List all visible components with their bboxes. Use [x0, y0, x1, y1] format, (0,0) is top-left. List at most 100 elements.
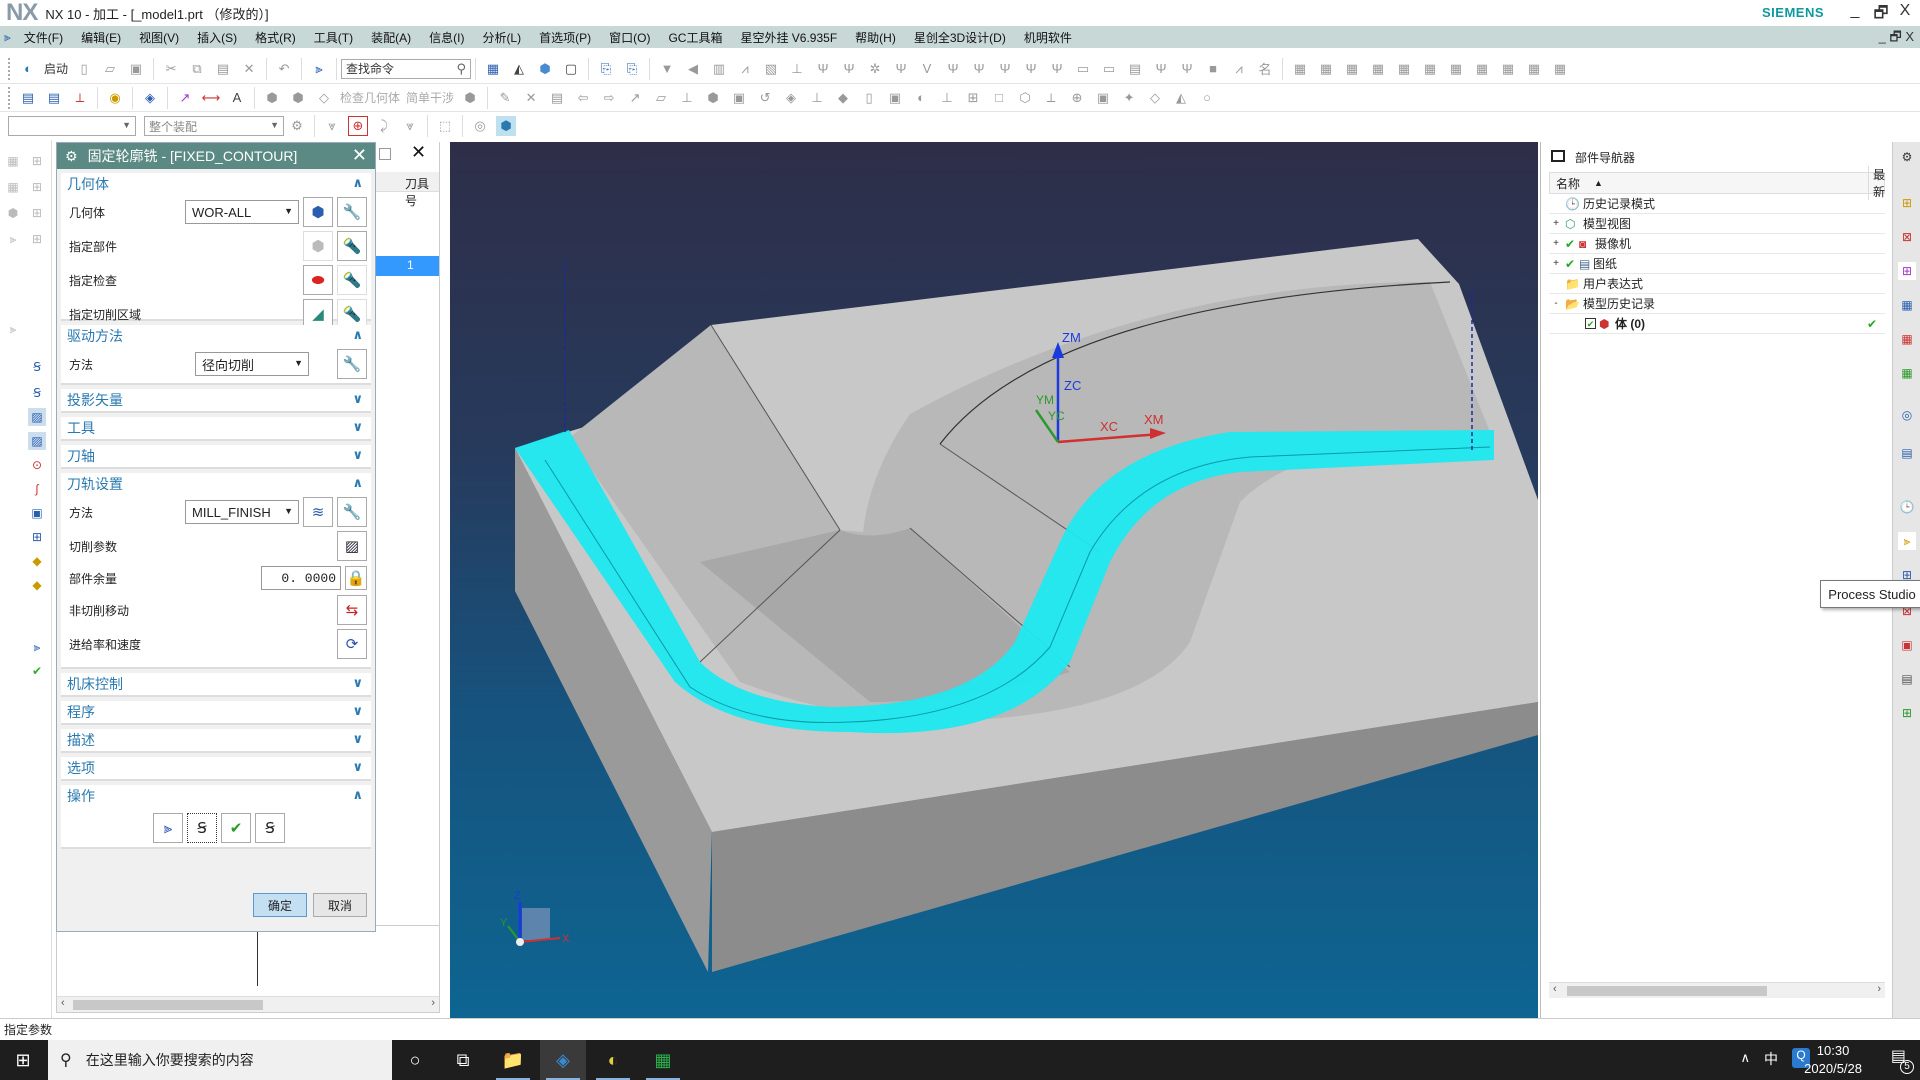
- name-icon[interactable]: 名: [1255, 59, 1275, 79]
- mfg-icon-21[interactable]: Ψ: [1177, 59, 1197, 79]
- expand-icon[interactable]: +: [1551, 218, 1561, 229]
- mfg-icon-16[interactable]: Ψ: [1047, 59, 1067, 79]
- create-geometry-icon[interactable]: ⬢: [4, 204, 22, 222]
- edit-icon-13[interactable]: ▯: [859, 88, 879, 108]
- edit-icon-2[interactable]: ✕: [521, 88, 541, 108]
- windows-start-button[interactable]: ⊞: [0, 1040, 46, 1080]
- menu-help[interactable]: 帮助(H): [846, 29, 905, 46]
- dialog-close-button[interactable]: ✕: [352, 145, 367, 166]
- group-header-options[interactable]: 选项 ∨: [61, 757, 371, 779]
- close-navigator-icon[interactable]: ✕: [411, 142, 426, 163]
- program-view-icon[interactable]: ⊞: [28, 152, 46, 170]
- menu-icon[interactable]: ⫸: [0, 30, 15, 45]
- edit-drive-method-button[interactable]: 🔧: [337, 349, 367, 379]
- menu-edit[interactable]: 编辑(E): [72, 29, 130, 46]
- mfg-icon-20[interactable]: Ψ: [1151, 59, 1171, 79]
- menu-preferences[interactable]: 首选项(P): [530, 29, 600, 46]
- group-header-actions[interactable]: 操作 ∧: [61, 785, 371, 807]
- doc-window-controls[interactable]: _ 🗗 X: [1879, 28, 1914, 50]
- filter-icon-1[interactable]: ⚙: [287, 116, 307, 136]
- horizontal-scrollbar[interactable]: ‹ ›: [57, 996, 439, 1012]
- group-header-drive-method[interactable]: 驱动方法 ∧: [61, 325, 371, 347]
- taskbar-search-box[interactable]: ⚲ 在这里输入你要搜索的内容: [48, 1040, 392, 1080]
- list-button[interactable]: Ꞩ: [255, 813, 285, 843]
- collapse-icon[interactable]: -: [1551, 298, 1561, 309]
- cancel-button[interactable]: 取消: [313, 893, 367, 917]
- new-file-icon[interactable]: ▯: [74, 59, 94, 79]
- menu-analysis[interactable]: 分析(L): [473, 29, 530, 46]
- report-icon-4[interactable]: ▦: [1368, 59, 1388, 79]
- command-finder-input[interactable]: 查找命令 ⚲: [341, 58, 472, 79]
- expand-icon[interactable]: +: [1551, 258, 1561, 269]
- menu-view[interactable]: 视图(V): [130, 29, 188, 46]
- expand-icon[interactable]: ∨: [352, 447, 363, 463]
- simple-interference-button[interactable]: 简单干涉: [406, 89, 454, 106]
- arrow-left-icon[interactable]: ⇦: [573, 88, 593, 108]
- gauge-icon[interactable]: ◆: [28, 576, 46, 594]
- tree-node-drawings[interactable]: + ✔ ▤ 图纸: [1549, 254, 1885, 274]
- menu-format[interactable]: 格式(R): [246, 29, 305, 46]
- generate-path-side-icon[interactable]: ⫸: [28, 638, 46, 656]
- roles-icon[interactable]: ▣: [1898, 636, 1916, 654]
- system-scene-icon[interactable]: ▤: [1898, 670, 1916, 688]
- tree-node-model-views[interactable]: + ⬡ 模型视图: [1549, 214, 1885, 234]
- toolbar-grip[interactable]: [8, 86, 11, 109]
- restore-button[interactable]: 🗗: [1868, 2, 1894, 29]
- cortana-button[interactable]: ○: [392, 1040, 438, 1080]
- mfg-icon-18[interactable]: ▭: [1099, 59, 1119, 79]
- tree-icon[interactable]: ⊞: [28, 528, 46, 546]
- mfg-icon-3[interactable]: ▥: [709, 59, 729, 79]
- mfg-icon-14[interactable]: Ψ: [995, 59, 1015, 79]
- report-icon-10[interactable]: ▦: [1524, 59, 1544, 79]
- edit-icon-10[interactable]: ◈: [781, 88, 801, 108]
- menu-tools[interactable]: 工具(T): [305, 29, 362, 46]
- copy-icon[interactable]: ⧉: [187, 59, 207, 79]
- select-check-button[interactable]: ⬬: [303, 265, 333, 295]
- expand-icon[interactable]: +: [1551, 238, 1561, 249]
- minimize-button[interactable]: _: [1842, 2, 1868, 20]
- group-header-geometry[interactable]: 几何体 ∧: [61, 173, 371, 195]
- edit-icon-16[interactable]: ⊥: [937, 88, 957, 108]
- edit-icon-9[interactable]: ↺: [755, 88, 775, 108]
- filter-icon-4[interactable]: ⩔: [400, 116, 420, 136]
- tray-expand-icon[interactable]: ∧: [1740, 1050, 1750, 1066]
- part-stock-input[interactable]: 0. 0000: [261, 566, 341, 590]
- edit-icon-11[interactable]: ⊥: [807, 88, 827, 108]
- task-view-button[interactable]: ⧉: [440, 1040, 486, 1080]
- mfg-icon-17[interactable]: ▭: [1073, 59, 1093, 79]
- cut-params-side-icon[interactable]: ▨: [28, 408, 46, 426]
- close-button[interactable]: X: [1892, 2, 1918, 20]
- material-icon[interactable]: ◆: [28, 552, 46, 570]
- collapse-icon[interactable]: ∧: [352, 787, 363, 803]
- boundary-icon[interactable]: ▣: [28, 504, 46, 522]
- expand-icon[interactable]: ∨: [352, 731, 363, 747]
- interference-icon[interactable]: ⬢: [460, 88, 480, 108]
- arrow-right-icon[interactable]: ⇨: [599, 88, 619, 108]
- measure-icon[interactable]: ⟷: [201, 88, 221, 108]
- start-icon[interactable]: ◐: [18, 59, 38, 79]
- annotation-icon[interactable]: A: [227, 88, 247, 108]
- web-browser-icon[interactable]: ▦: [1898, 364, 1916, 382]
- edit-method-button[interactable]: 🔧: [337, 497, 367, 527]
- create-tool-icon[interactable]: ▦: [4, 178, 22, 196]
- mfg-icon-6[interactable]: ⊥: [787, 59, 807, 79]
- report-icon-1[interactable]: ▦: [1290, 59, 1310, 79]
- edit-icon-20[interactable]: ◭: [1171, 88, 1191, 108]
- measure-distance-icon[interactable]: ↗: [175, 88, 195, 108]
- color-icon[interactable]: ◉: [105, 88, 125, 108]
- tree-node-model-history[interactable]: - 📂 模型历史记录: [1549, 294, 1885, 314]
- verify-side-icon[interactable]: ✔: [28, 662, 46, 680]
- rectangle-icon[interactable]: □: [989, 88, 1009, 108]
- settings-icon[interactable]: ⚙: [1898, 148, 1916, 166]
- cut-icon[interactable]: ✂: [161, 59, 181, 79]
- mfg-icon-1[interactable]: ▼: [657, 59, 677, 79]
- hd3d-icon[interactable]: ▦: [1898, 330, 1916, 348]
- scroll-left-icon[interactable]: ‹: [61, 997, 65, 1009]
- part-navigator-tab-icon[interactable]: ⊞: [1898, 262, 1916, 280]
- checkbox-checked-icon[interactable]: ✔: [1585, 318, 1596, 329]
- assembly-navigator-icon[interactable]: ⊞: [1898, 194, 1916, 212]
- mfg-icon-11[interactable]: V: [917, 59, 937, 79]
- create-operation-icon[interactable]: ⫸: [4, 230, 22, 248]
- mfg-icon-7[interactable]: Ψ: [813, 59, 833, 79]
- ime-indicator[interactable]: 中: [1764, 1049, 1778, 1069]
